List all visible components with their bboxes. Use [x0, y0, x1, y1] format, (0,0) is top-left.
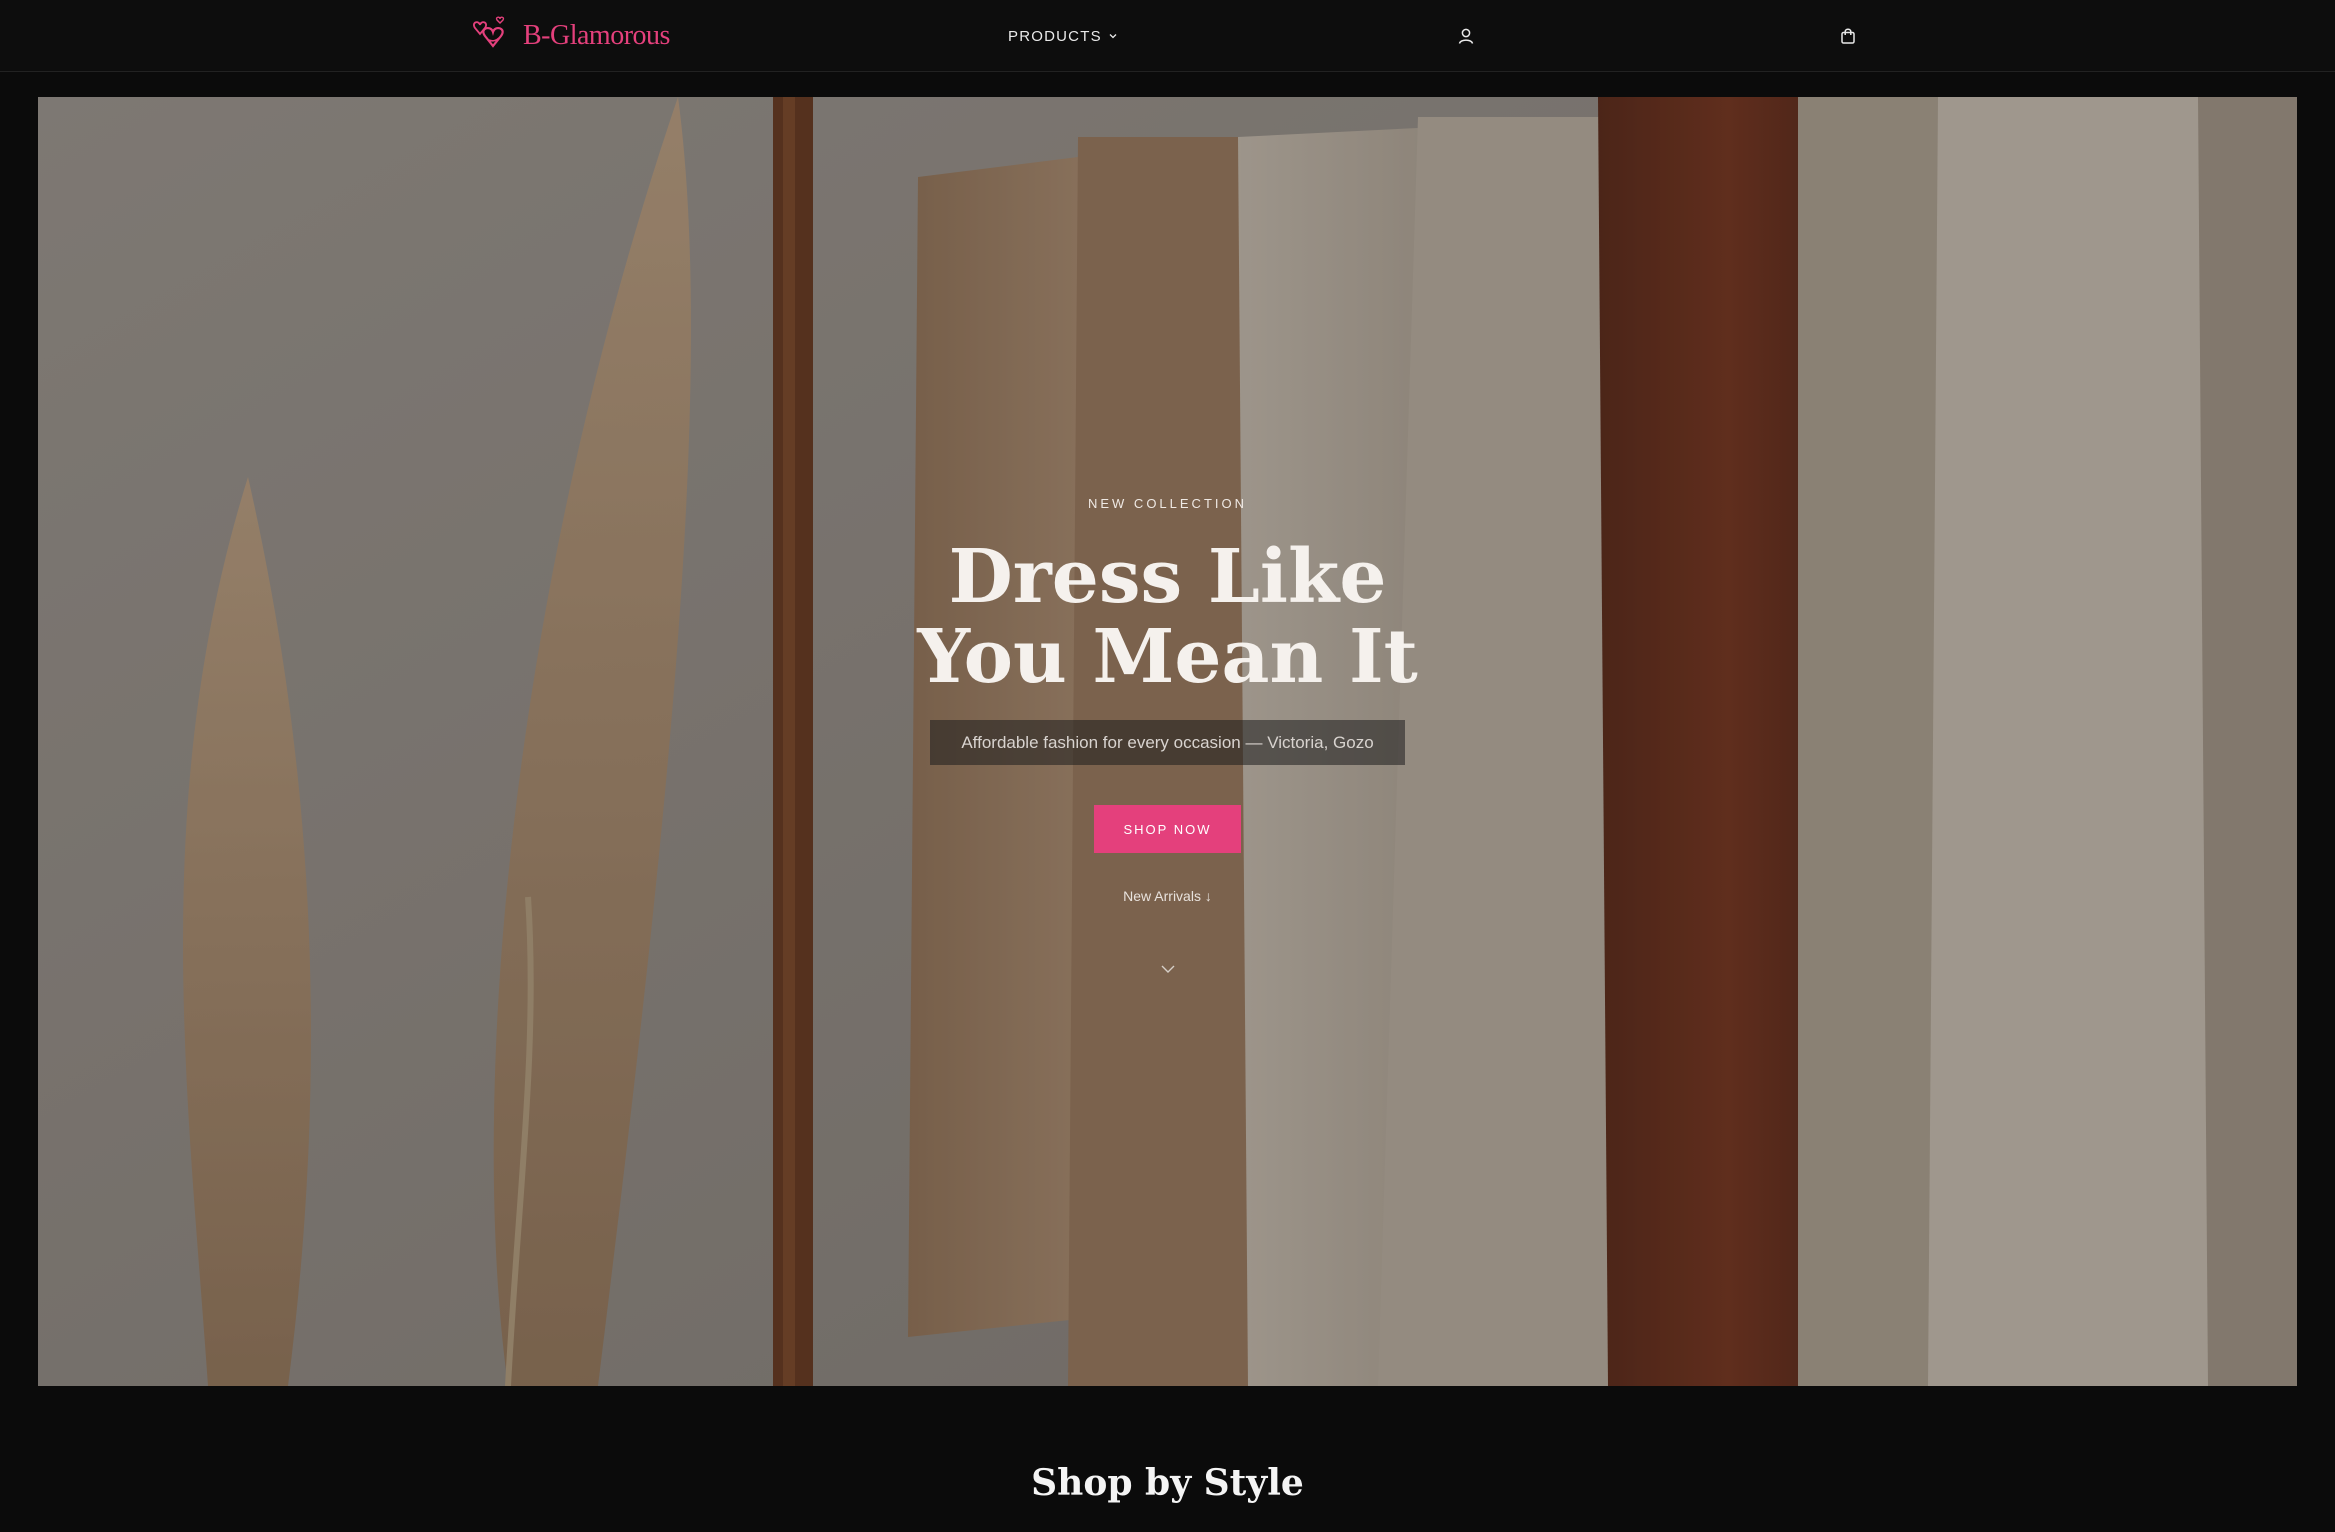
hearts-logo-icon [473, 16, 505, 48]
nav-products-dropdown[interactable]: PRODUCTS [1008, 24, 1118, 48]
hero-eyebrow: NEW COLLECTION [1087, 496, 1247, 511]
hero-tagline: Affordable fashion for every occasion — … [961, 732, 1374, 752]
hero-headline-line2: You Mean It [917, 614, 1418, 700]
shopping-bag-icon [1841, 28, 1855, 44]
hero-headline: Dress Like You Mean It [38, 537, 2297, 697]
chevron-down-icon[interactable] [1159, 963, 1177, 975]
user-icon [1458, 28, 1474, 44]
brand-logo[interactable]: B-Glamorous [467, 14, 670, 58]
site-header: B-Glamorous PRODUCTS [0, 0, 2335, 72]
hero-content: NEW COLLECTION Dress Like You Mean It Af… [38, 97, 2297, 1386]
nav-products-label: PRODUCTS [1008, 27, 1102, 45]
new-arrivals-link[interactable]: New Arrivals ↓ [38, 888, 2297, 904]
hero-banner: NEW COLLECTION Dress Like You Mean It Af… [38, 97, 2297, 1386]
chevron-down-icon [1109, 34, 1117, 39]
hero-headline-line1: Dress Like [948, 534, 1387, 620]
cart-button[interactable] [1834, 22, 1862, 50]
hero-tagline-box: Affordable fashion for every occasion — … [930, 720, 1405, 765]
account-button[interactable] [1452, 22, 1480, 50]
shop-now-button[interactable]: SHOP NOW [1094, 805, 1241, 853]
brand-name: B-Glamorous [523, 20, 670, 51]
section-title: Shop by Style [1031, 1462, 1304, 1504]
